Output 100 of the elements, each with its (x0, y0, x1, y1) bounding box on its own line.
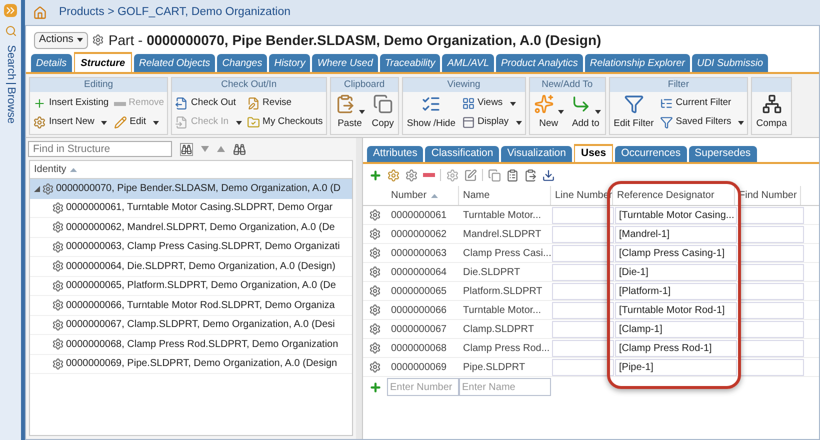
add-icon[interactable] (368, 380, 382, 394)
ribbon-button[interactable]: Compa (754, 94, 789, 132)
table-cell[interactable] (552, 264, 614, 280)
ribbon-button[interactable]: Current Filter (658, 94, 746, 113)
tree-row[interactable]: 0000000062, Mandrel.SLDPRT, Demo Organization, A.0 (De (30, 218, 352, 238)
clipboard-icon[interactable] (524, 168, 537, 182)
tab[interactable]: Occurrences (615, 146, 687, 162)
breadcrumb[interactable]: Products > GOLF_CART, Demo Organization (59, 4, 290, 22)
gear-icon[interactable] (405, 168, 418, 182)
tab[interactable]: Product Analytics (496, 54, 583, 72)
gear-icon (369, 342, 381, 354)
ribbon-button[interactable]: Saved Filters (658, 113, 746, 132)
ribbon-button[interactable]: Views (460, 94, 523, 113)
ribbon-button[interactable]: Show /Hide (404, 94, 458, 132)
export-icon[interactable] (542, 168, 555, 182)
tab[interactable]: UDI Submissio (692, 54, 768, 72)
table-cell[interactable] (738, 282, 804, 300)
ribbon-button[interactable]: Edit Filter (612, 94, 656, 132)
tab[interactable]: Uses (574, 144, 614, 162)
tab[interactable]: Changes (217, 54, 268, 72)
tree-row[interactable]: 0000000068, Clamp Press Rod.SLDPRT, Demo Organization (30, 335, 352, 354)
side-tab[interactable]: Search (2, 45, 19, 80)
tree-row[interactable]: 0000000070, Pipe Bender.SLDASM, Demo Organization, A.0 (D (30, 179, 352, 198)
table-cell[interactable] (738, 302, 804, 318)
table-cell[interactable] (552, 226, 614, 242)
ribbon-button[interactable]: Revise (246, 94, 324, 113)
tab[interactable]: Classification (425, 146, 500, 162)
column-header[interactable]: Identity (34, 162, 66, 177)
copy-icon[interactable] (488, 168, 501, 182)
tab[interactable]: Details (31, 54, 72, 72)
tab[interactable]: Visualization (501, 146, 572, 162)
table-cell[interactable] (738, 244, 804, 262)
ribbon-button[interactable]: Insert Existing (32, 94, 110, 113)
table-cell[interactable] (738, 264, 804, 280)
up-arrow-icon[interactable] (217, 146, 225, 152)
find-field[interactable]: Find in Structure (28, 141, 172, 157)
table-cell[interactable] (552, 206, 614, 224)
tab[interactable]: History (269, 54, 310, 72)
tree-row[interactable]: 0000000061, Turntable Motor Casing.SLDPRT, Demo Orgar (30, 198, 352, 218)
column-header[interactable]: Name (459, 186, 551, 205)
table-cell[interactable] (738, 340, 804, 356)
table-cell[interactable] (552, 320, 614, 338)
column-header[interactable]: Number (387, 186, 459, 205)
table-cell[interactable]: [Clamp-1] (615, 320, 737, 338)
edit-icon[interactable] (464, 168, 477, 182)
tab[interactable]: Structure (74, 52, 132, 72)
table-cell[interactable]: [Turntable Motor Rod-1] (615, 302, 737, 318)
tab[interactable]: Where Used (312, 54, 378, 72)
tree-row[interactable]: 0000000067, Clamp.SLDPRT, Demo Organization, A.0 (Desi (30, 316, 352, 335)
table-cell[interactable] (552, 244, 614, 262)
tree-row[interactable]: 0000000066, Turntable Motor Rod.SLDPRT, Demo Organiza (30, 296, 352, 316)
gear-icon (52, 280, 64, 292)
table-cell[interactable] (552, 302, 614, 318)
ribbon-button[interactable]: Edit (112, 113, 166, 132)
table-cell[interactable] (552, 358, 614, 376)
table-cell[interactable] (738, 358, 804, 376)
input-field[interactable]: Enter Number (387, 378, 459, 396)
ribbon-button[interactable]: Insert New (32, 113, 110, 132)
column-header[interactable]: Reference Designator (613, 186, 735, 205)
table-cell[interactable]: [Clamp Press Casing-1] (615, 244, 737, 262)
input-field[interactable]: Enter Name (459, 378, 551, 396)
down-arrow-icon[interactable] (201, 146, 209, 152)
search-icon[interactable] (180, 142, 193, 156)
table-cell[interactable]: [Mandrel-1] (615, 226, 737, 242)
table-cell[interactable] (738, 206, 804, 224)
tab[interactable]: Supersedes (688, 146, 757, 162)
table-cell[interactable] (738, 226, 804, 242)
table-cell[interactable]: [Clamp Press Rod-1] (615, 340, 737, 356)
table-cell[interactable] (552, 340, 614, 356)
tab[interactable]: Related Objects (134, 54, 216, 72)
tab[interactable]: Traceability (380, 54, 440, 72)
ribbon-button[interactable]: Add to (568, 94, 603, 132)
table-cell[interactable]: [Platform-1] (615, 282, 737, 300)
tab[interactable]: Attributes (367, 146, 424, 162)
ribbon-button[interactable]: Check Out (174, 94, 243, 113)
tree-row[interactable]: 0000000064, Die.SLDPRT, Demo Organization, A.0 (Design) (30, 257, 352, 276)
clipboard-icon[interactable] (506, 168, 519, 182)
side-tab[interactable]: Browse (2, 86, 19, 124)
tree-row[interactable]: 0000000063, Clamp Press Casing.SLDPRT, Demo Organizati (30, 238, 352, 257)
tree-row[interactable]: 0000000069, Pipe.SLDPRT, Demo Organization, A.0 (Design (30, 354, 352, 374)
tab[interactable]: AML/AVL (442, 54, 494, 72)
group-title: Filter (610, 78, 748, 92)
ribbon-button[interactable]: My Checkouts (246, 113, 324, 132)
table-cell[interactable] (738, 320, 804, 338)
table-cell[interactable]: [Turntable Motor Casing... (615, 206, 737, 224)
table-cell[interactable]: [Die-1] (615, 264, 737, 280)
ribbon-button[interactable]: Display (460, 113, 523, 132)
ribbon-button[interactable]: New (532, 94, 566, 132)
gear-icon[interactable] (387, 168, 400, 182)
binoculars-icon[interactable] (233, 142, 246, 156)
actions-button[interactable]: Actions (34, 32, 88, 48)
table-cell[interactable] (552, 282, 614, 300)
ribbon-button[interactable]: Copy (370, 94, 396, 132)
expand-arrow-icon[interactable] (34, 186, 40, 192)
table-cell[interactable]: [Pipe-1] (615, 358, 737, 376)
home-icon[interactable] (33, 6, 47, 20)
ribbon-button[interactable]: Paste (332, 94, 367, 132)
add-icon[interactable] (369, 168, 382, 182)
tree-row[interactable]: 0000000065, Platform.SLDPRT, Demo Organization, A.0 (De (30, 276, 352, 296)
tab[interactable]: Relationship Explorer (584, 54, 690, 72)
